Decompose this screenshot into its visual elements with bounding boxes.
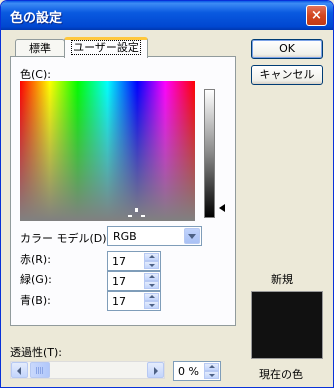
close-button[interactable]: × (306, 5, 327, 26)
crosshair-right (141, 215, 145, 217)
green-label: 緑(G): (20, 273, 52, 286)
red-label: 赤(R): (20, 253, 51, 266)
color-model-value: RGB (113, 230, 137, 243)
green-up-icon[interactable] (144, 273, 159, 281)
chevron-down-icon[interactable] (184, 228, 200, 244)
tab-custom[interactable]: ユーザー設定 (64, 37, 148, 58)
red-up-icon[interactable] (144, 253, 159, 261)
color-model-label: カラー モデル(D): (20, 232, 111, 245)
close-icon: × (311, 8, 322, 23)
color-label: 色(C): (20, 68, 51, 81)
green-input[interactable]: 17 (107, 271, 161, 291)
transparency-input[interactable]: 0 % (173, 361, 221, 381)
transparency-down-icon[interactable] (204, 371, 219, 379)
luminance-slider[interactable] (204, 89, 215, 218)
transparency-value: 0 % (178, 365, 199, 378)
new-color-label: 新規 (271, 273, 293, 286)
color-model-select[interactable]: RGB (107, 226, 202, 246)
color-preview (251, 291, 323, 359)
transparency-slider[interactable] (10, 361, 165, 379)
red-input[interactable]: 17 (107, 251, 161, 271)
transparency-thumb[interactable] (30, 362, 50, 378)
color-spectrum[interactable] (20, 81, 195, 221)
green-down-icon[interactable] (144, 281, 159, 289)
scroll-left-icon[interactable] (11, 362, 28, 378)
transparency-up-icon[interactable] (204, 363, 219, 371)
luminance-arrow-icon[interactable] (219, 204, 225, 212)
red-down-icon[interactable] (144, 261, 159, 269)
blue-input[interactable]: 17 (107, 291, 161, 311)
green-value: 17 (112, 275, 126, 288)
crosshair-left (128, 215, 132, 217)
color-dialog: 色の設定 × 標準 ユーザー設定 色(C): カラー モデル(D): RGB 赤… (0, 0, 334, 388)
red-value: 17 (112, 255, 126, 268)
blue-up-icon[interactable] (144, 293, 159, 301)
dialog-title: 色の設定 (10, 11, 63, 26)
scroll-right-icon[interactable] (147, 362, 164, 378)
tab-standard-label: 標準 (29, 42, 51, 55)
tab-custom-label: ユーザー設定 (71, 40, 141, 55)
blue-down-icon[interactable] (144, 301, 159, 309)
title-bar[interactable]: 色の設定 × (1, 1, 333, 30)
crosshair-top (135, 208, 138, 212)
transparency-label: 透過性(T): (10, 346, 63, 359)
blue-value: 17 (112, 295, 126, 308)
blue-label: 青(B): (20, 294, 51, 307)
cancel-button[interactable]: キャンセル (251, 65, 323, 85)
ok-button[interactable]: OK (251, 39, 323, 59)
current-color-label: 現在の色 (259, 368, 303, 381)
